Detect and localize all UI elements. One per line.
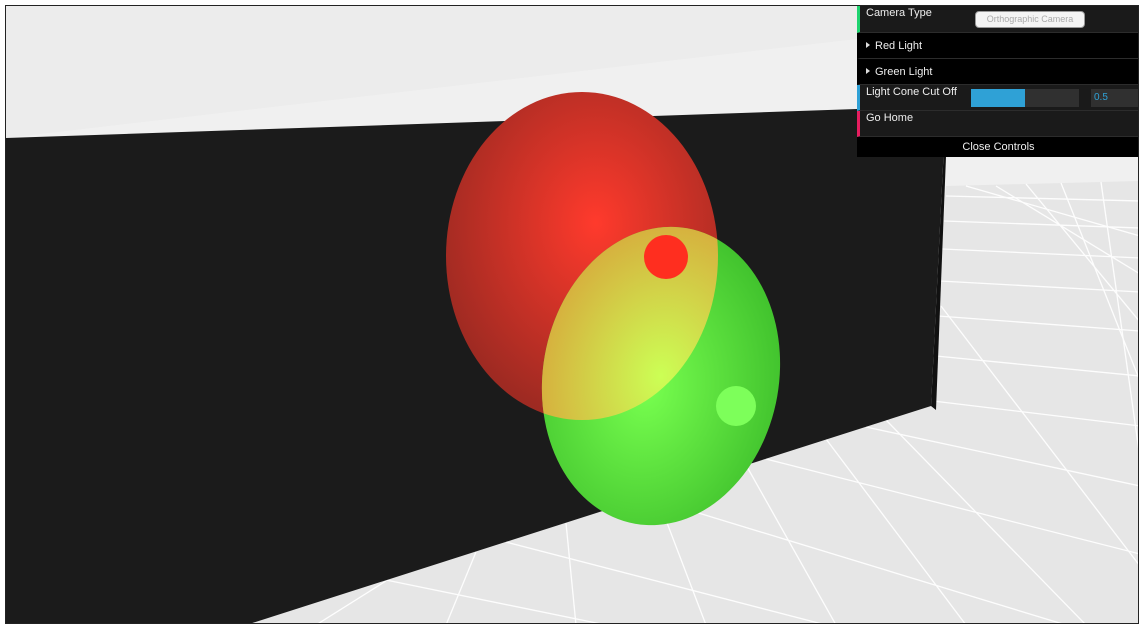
camera-type-row: Camera Type Orthographic Camera	[857, 6, 1138, 33]
caret-right-icon	[866, 68, 870, 75]
caret-right-icon	[866, 42, 870, 49]
close-controls-button[interactable]: Close Controls	[857, 137, 1138, 157]
controls-panel: Camera Type Orthographic Camera Red Ligh…	[857, 6, 1138, 157]
cone-cutoff-slider[interactable]	[971, 89, 1079, 107]
camera-type-select[interactable]: Orthographic Camera	[975, 11, 1085, 28]
red-light-folder[interactable]: Red Light	[857, 33, 1138, 59]
red-light-bulb[interactable]	[644, 235, 688, 279]
cone-cutoff-slider-fill	[971, 89, 1025, 107]
viewport[interactable]: Camera Type Orthographic Camera Red Ligh…	[5, 5, 1139, 624]
green-light-folder-label: Green Light	[875, 66, 933, 78]
cone-cutoff-label: Light Cone Cut Off	[866, 86, 957, 98]
camera-type-label: Camera Type	[866, 7, 932, 19]
go-home-row[interactable]: Go Home	[857, 111, 1138, 137]
green-light-bulb[interactable]	[716, 386, 756, 426]
go-home-button[interactable]: Go Home	[866, 105, 913, 131]
red-light-folder-label: Red Light	[875, 40, 923, 52]
cone-cutoff-input[interactable]: 0.5	[1091, 89, 1138, 107]
